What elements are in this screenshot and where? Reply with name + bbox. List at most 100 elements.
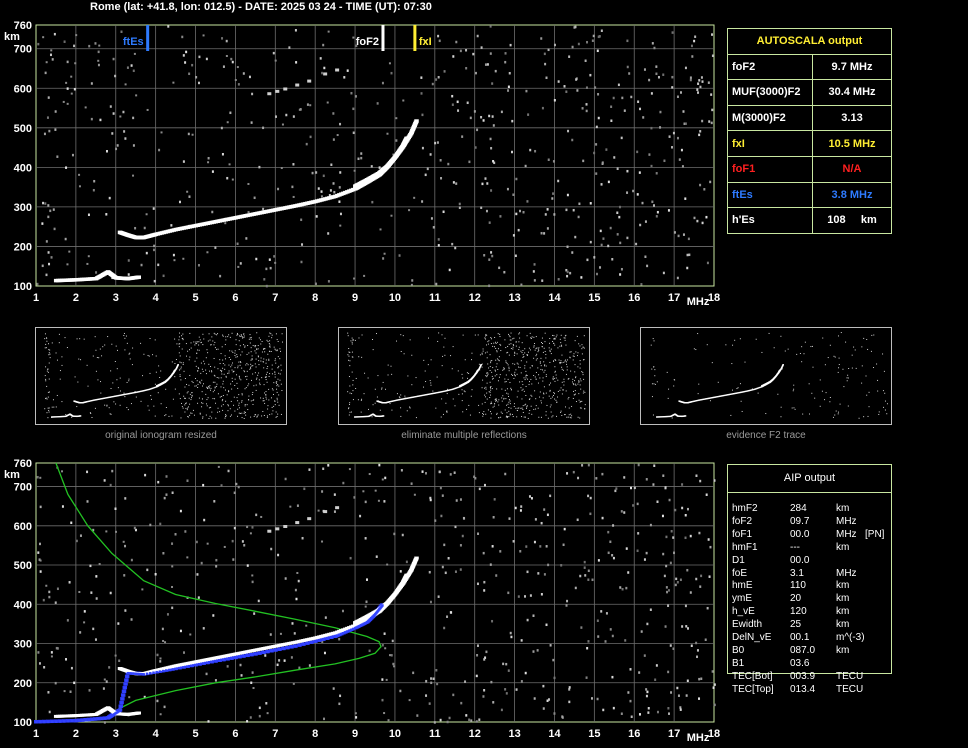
noise-dot (338, 702, 341, 706)
thumb-dot (271, 388, 273, 390)
noise-dot (473, 110, 476, 113)
thumb-dot (179, 343, 181, 345)
noise-dot (547, 563, 550, 567)
noise-dot (263, 278, 266, 281)
thumb-dot (190, 399, 192, 401)
thumb-dot (188, 359, 190, 361)
noise-dot (153, 244, 156, 248)
noise-dot (294, 29, 297, 32)
thumb-dot (512, 348, 514, 350)
noise-dot (368, 649, 371, 653)
thumb-dot (275, 416, 277, 418)
thumb-dot (444, 337, 446, 339)
noise-dot (553, 43, 556, 47)
thumb-dot (564, 414, 566, 416)
thumb-dot (530, 337, 532, 339)
thumb-dot (221, 370, 223, 372)
noise-dot (571, 45, 574, 49)
thumb-dot (203, 360, 205, 362)
thumb-dot (886, 413, 888, 415)
noise-dot (214, 246, 217, 249)
thumb-dot (244, 346, 246, 348)
noise-dot (649, 608, 652, 611)
thumb-dot (224, 344, 226, 346)
thumb-dot (230, 400, 232, 402)
thumb-dot (251, 365, 253, 367)
thumb-dot (115, 403, 117, 405)
y-tick-label: 700 (14, 482, 32, 494)
noise-dot (421, 146, 424, 150)
noise-dot (577, 42, 580, 46)
thumb-dot (494, 398, 496, 400)
noise-dot (262, 207, 265, 211)
thumb-dot (71, 416, 73, 418)
autoscala-param-value: 10.5 MHz (812, 130, 892, 157)
ghost-point (267, 529, 272, 533)
thumb-dot (240, 335, 242, 337)
thumb-dot (554, 393, 556, 395)
noise-dot (242, 72, 245, 75)
ghost-point (307, 79, 312, 83)
thumb-dot (477, 334, 479, 336)
thumb-dot (492, 367, 494, 369)
noise-speckles (36, 25, 714, 288)
thumb-dot (254, 372, 256, 374)
noise-dot (277, 553, 280, 557)
profile-point (168, 668, 171, 672)
noise-dot (69, 690, 72, 693)
noise-dot (122, 110, 125, 114)
noise-dot (458, 202, 461, 206)
thumb-dot (540, 416, 542, 418)
thumb-dot (266, 339, 268, 341)
noise-dot (648, 78, 651, 82)
noise-dot (365, 600, 368, 604)
noise-dot (708, 120, 711, 123)
noise-dot (66, 619, 69, 622)
thumb-dot (279, 373, 281, 375)
thumb-dot (526, 354, 528, 356)
noise-dot (711, 108, 714, 112)
thumb-dot (274, 348, 276, 350)
thumb-dot (522, 411, 524, 413)
thumb-dot (403, 353, 405, 355)
aip-extra: [PN] (865, 528, 885, 540)
noise-dot (485, 209, 488, 213)
thumb-dot (496, 363, 498, 365)
noise-dot (476, 582, 479, 586)
noise-dot (188, 195, 191, 198)
thumb-dot (227, 372, 229, 374)
thumb-dot (277, 413, 279, 415)
noise-dot (701, 221, 704, 225)
aip-name: hmF2 (732, 503, 758, 514)
noise-dot (565, 90, 568, 93)
thumb-dot (474, 334, 476, 336)
ghost-point (275, 527, 280, 531)
thumb-dot (571, 381, 573, 383)
aip-value: 003.9 (790, 670, 816, 682)
thumb-dot (154, 415, 156, 417)
thumb-dot (575, 401, 577, 403)
thumb-dot (357, 399, 359, 401)
noise-dot (542, 684, 545, 688)
noise-dot (568, 686, 571, 689)
noise-dot (540, 231, 543, 235)
thumb-dot (229, 350, 231, 352)
thumb-dot (560, 342, 562, 344)
thumb-dot (518, 333, 520, 335)
noise-dot (689, 534, 692, 538)
noise-dot (223, 545, 226, 548)
thumb-dot (53, 406, 55, 408)
thumb-dot (251, 359, 253, 361)
thumb-dot (210, 406, 212, 408)
noise-dot (707, 538, 710, 541)
thumb-dot (510, 407, 512, 409)
thumb-dot (547, 417, 549, 419)
thumb-dot (834, 414, 836, 416)
thumb-dot (49, 357, 51, 359)
thumb-dot (234, 384, 236, 386)
thumb-dot (375, 333, 377, 335)
thumb-dot (498, 399, 500, 401)
thumb-dot (450, 355, 452, 357)
thumb-dot (565, 344, 567, 346)
thumb-dot (550, 382, 552, 384)
